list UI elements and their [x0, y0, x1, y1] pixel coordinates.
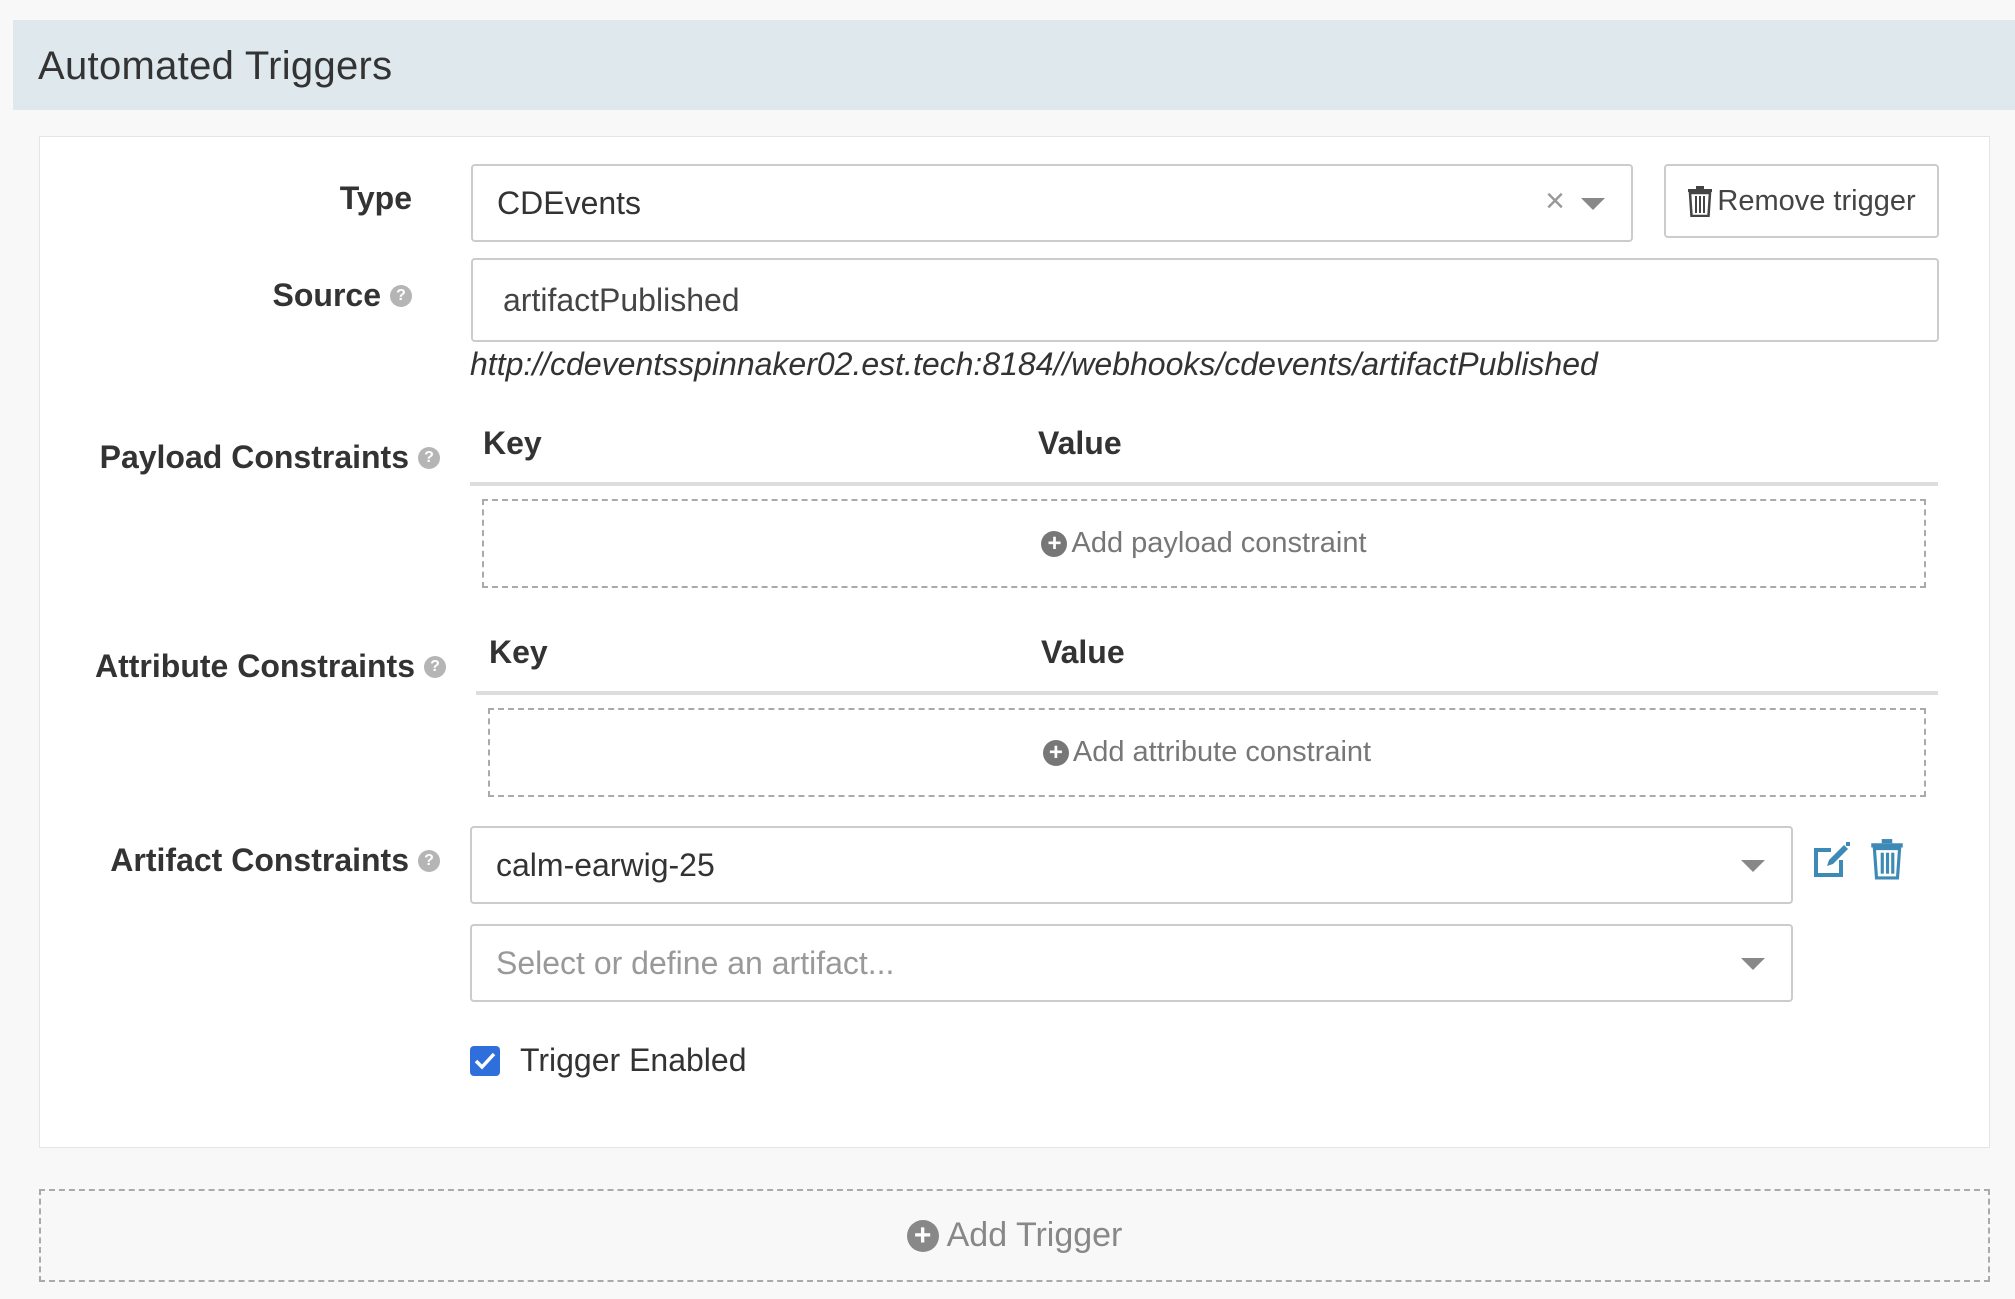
help-icon[interactable]: ?: [390, 284, 412, 307]
type-select-value: CDEvents: [497, 184, 642, 221]
section-header: Automated Triggers: [13, 20, 2015, 110]
source-label: Source ?: [273, 277, 412, 314]
artifact-select[interactable]: calm-earwig-25: [470, 826, 1793, 904]
artifact-select-value: calm-earwig-25: [496, 846, 715, 883]
help-icon[interactable]: ?: [418, 446, 440, 469]
source-input[interactable]: artifactPublished: [471, 258, 1939, 342]
payload-constraints-label: Payload Constraints ?: [100, 439, 440, 476]
add-payload-constraint-label: Add payload constraint: [1071, 527, 1367, 559]
plus-circle-icon: +: [1041, 530, 1068, 557]
attribute-key-header: Key: [489, 634, 548, 670]
add-trigger-label: Add Trigger: [946, 1216, 1123, 1254]
help-icon[interactable]: ?: [418, 849, 440, 872]
edit-icon[interactable]: [1811, 840, 1851, 882]
payload-key-header: Key: [483, 425, 542, 461]
remove-trigger-button[interactable]: Remove trigger: [1664, 164, 1939, 238]
plus-circle-icon: +: [1042, 739, 1069, 766]
chevron-down-icon[interactable]: [1741, 958, 1765, 970]
trash-icon: [1688, 186, 1713, 217]
add-payload-constraint-button[interactable]: + Add payload constraint: [482, 499, 1926, 588]
add-attribute-constraint-button[interactable]: + Add attribute constraint: [488, 708, 1926, 797]
artifact-define-select[interactable]: Select or define an artifact...: [470, 924, 1793, 1002]
chevron-down-icon[interactable]: [1741, 860, 1765, 872]
trash-icon[interactable]: [1867, 838, 1907, 880]
artifact-define-placeholder: Select or define an artifact...: [496, 944, 895, 981]
attribute-table-rule: [476, 691, 1938, 695]
trigger-enabled-label: Trigger Enabled: [520, 1042, 747, 1078]
section-title: Automated Triggers: [38, 44, 393, 88]
payload-table-rule: [470, 482, 1938, 486]
chevron-down-icon[interactable]: [1581, 198, 1605, 210]
attribute-constraints-label: Attribute Constraints ?: [95, 648, 446, 685]
artifact-constraints-label: Artifact Constraints ?: [110, 842, 440, 879]
payload-value-header: Value: [1038, 425, 1122, 461]
type-select[interactable]: CDEvents ×: [471, 164, 1633, 242]
source-input-value: artifactPublished: [503, 281, 740, 318]
plus-circle-icon: +: [906, 1219, 939, 1252]
attribute-value-header: Value: [1041, 634, 1125, 670]
checkmark-icon: [474, 1052, 496, 1070]
help-icon[interactable]: ?: [424, 655, 446, 678]
add-trigger-button[interactable]: + Add Trigger: [39, 1189, 1990, 1282]
webhook-url: http://cdeventsspinnaker02.est.tech:8184…: [470, 346, 1598, 382]
remove-trigger-label: Remove trigger: [1717, 184, 1916, 217]
trigger-enabled-checkbox[interactable]: [470, 1046, 500, 1076]
type-label: Type: [339, 180, 412, 216]
add-attribute-constraint-label: Add attribute constraint: [1072, 736, 1372, 768]
clear-icon[interactable]: ×: [1545, 184, 1565, 218]
